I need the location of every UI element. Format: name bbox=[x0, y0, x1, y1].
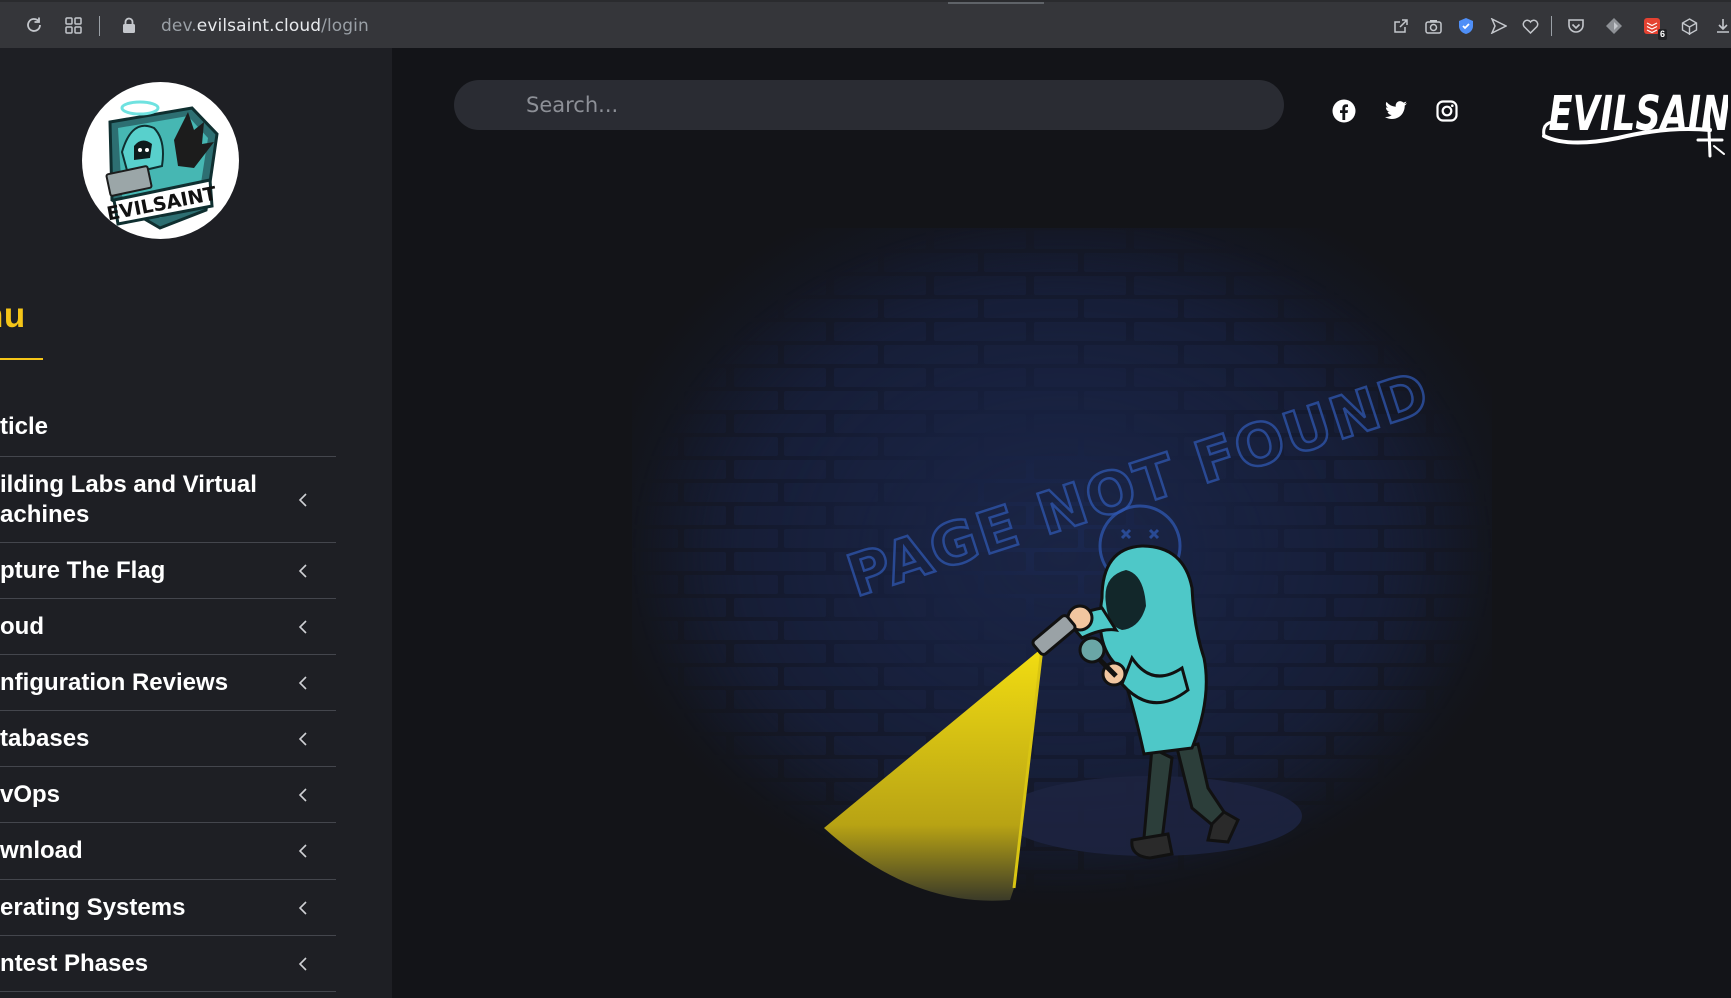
sidebar-item-databases[interactable]: tabases bbox=[0, 711, 336, 767]
extension-diamond-icon[interactable] bbox=[1603, 15, 1625, 37]
browser-toolbar: dev.evilsaint.cloud/login 6 bbox=[0, 0, 1731, 48]
tab-indicator bbox=[948, 2, 1044, 4]
heart-icon[interactable] bbox=[1519, 15, 1541, 37]
extension-badge: 6 bbox=[1657, 29, 1667, 40]
sidebar-item-label-line2: achines bbox=[0, 500, 90, 528]
sidebar-item-label: ntest Phases bbox=[0, 949, 149, 977]
url-domain: evilsaint.cloud bbox=[196, 16, 322, 36]
sidebar-menu: ticle ilding Labs and Virtual achines pt… bbox=[0, 398, 336, 992]
chevron-left-icon[interactable] bbox=[294, 899, 312, 917]
lock-icon[interactable] bbox=[118, 14, 140, 36]
site-logo[interactable]: EVILSAINT bbox=[82, 82, 239, 239]
sidebar-item-label: ticle bbox=[0, 413, 49, 440]
brand-logo[interactable]: EVILSAINT bbox=[1538, 76, 1731, 160]
instagram-icon[interactable] bbox=[1434, 98, 1460, 124]
screenshot-icon[interactable] bbox=[1422, 15, 1444, 37]
chevron-left-icon[interactable] bbox=[294, 618, 312, 636]
menu-underline bbox=[0, 358, 43, 360]
sidebar-item-configuration-reviews[interactable]: nfiguration Reviews bbox=[0, 655, 336, 711]
sidebar-item-operating-systems[interactable]: erating Systems bbox=[0, 880, 336, 936]
sidebar-item-label: erating Systems bbox=[0, 893, 186, 921]
send-icon[interactable] bbox=[1487, 15, 1509, 37]
toolbar-divider-2 bbox=[1551, 16, 1552, 36]
menu-title: enu bbox=[0, 296, 26, 335]
download-icon[interactable] bbox=[1712, 15, 1731, 37]
chevron-left-icon[interactable] bbox=[294, 562, 312, 580]
chevron-left-icon[interactable] bbox=[294, 955, 312, 973]
search-input[interactable] bbox=[454, 80, 1284, 130]
reload-icon[interactable] bbox=[23, 14, 45, 36]
sidebar-item-pentest-phases[interactable]: ntest Phases bbox=[0, 936, 336, 992]
sidebar: EVILSAINT enu ticle ilding Labs and Virt… bbox=[0, 48, 392, 998]
sidebar-item-label: ilding Labs and Virtual bbox=[0, 470, 257, 498]
sidebar-item-cloud[interactable]: oud bbox=[0, 599, 336, 655]
toolbar-divider bbox=[99, 16, 100, 36]
sidebar-item-label: nfiguration Reviews bbox=[0, 668, 229, 696]
page-not-found-illustration: PAGE NOT FOUND bbox=[632, 228, 1492, 908]
shield-icon[interactable] bbox=[1455, 15, 1477, 37]
sidebar-item-building-labs[interactable]: ilding Labs and Virtual achines bbox=[0, 457, 336, 543]
chevron-left-icon[interactable] bbox=[294, 730, 312, 748]
sidebar-item-label: pture The Flag bbox=[0, 556, 166, 584]
sidebar-item-capture-the-flag[interactable]: pture The Flag bbox=[0, 543, 336, 599]
extensions-cube-icon[interactable] bbox=[1678, 15, 1700, 37]
sidebar-item-label: tabases bbox=[0, 724, 90, 752]
todoist-icon[interactable]: 6 bbox=[1641, 15, 1667, 40]
share-icon[interactable] bbox=[1390, 15, 1412, 37]
chevron-left-icon[interactable] bbox=[294, 674, 312, 692]
tab-groups-icon[interactable] bbox=[62, 14, 84, 36]
chevron-left-icon[interactable] bbox=[294, 491, 312, 509]
address-bar[interactable]: dev.evilsaint.cloud/login bbox=[161, 14, 369, 38]
sidebar-item-label: oud bbox=[0, 612, 44, 640]
sidebar-item-label: vOps bbox=[0, 780, 61, 808]
sidebar-item-devops[interactable]: vOps bbox=[0, 767, 336, 823]
facebook-icon[interactable] bbox=[1331, 98, 1357, 124]
sidebar-item-label: wnload bbox=[0, 837, 83, 864]
sidebar-item-article[interactable]: ticle bbox=[0, 398, 336, 457]
main-content: EVILSAINT bbox=[392, 48, 1731, 998]
twitter-icon[interactable] bbox=[1383, 98, 1409, 124]
chevron-left-icon[interactable] bbox=[294, 786, 312, 804]
url-prefix: dev. bbox=[161, 16, 197, 36]
url-path: /login bbox=[321, 16, 369, 36]
sidebar-item-download[interactable]: wnload bbox=[0, 823, 336, 880]
pocket-icon[interactable] bbox=[1565, 15, 1587, 37]
chevron-left-icon[interactable] bbox=[294, 842, 312, 860]
